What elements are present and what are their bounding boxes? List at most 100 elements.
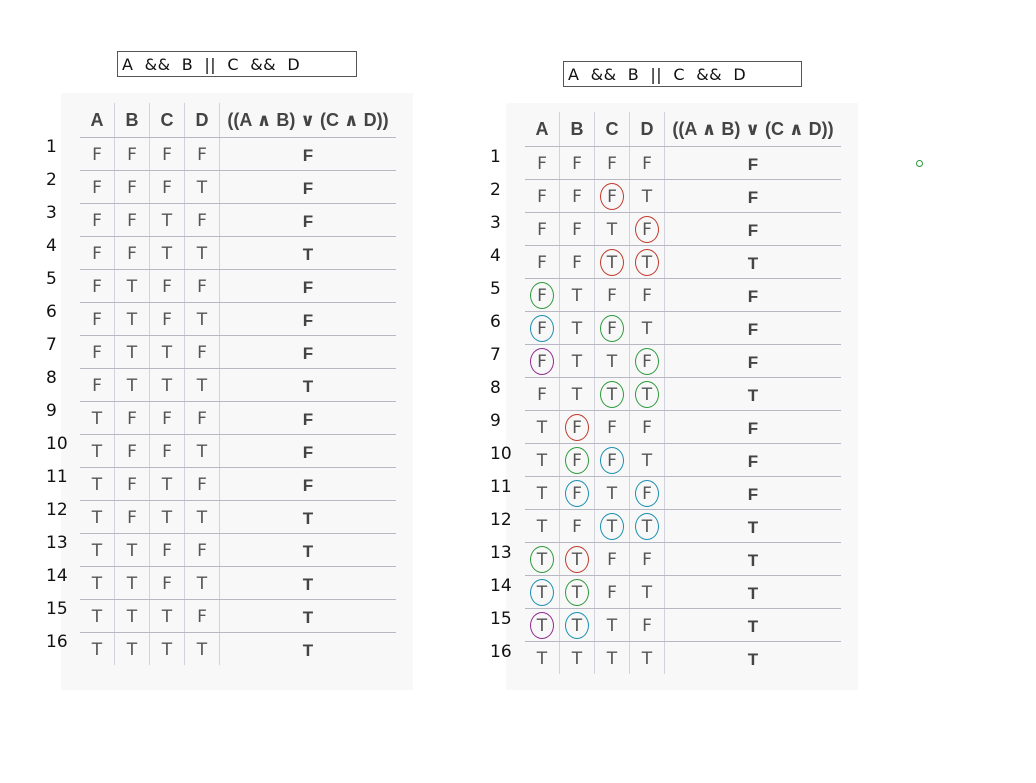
table-cell: T: [80, 467, 115, 501]
cell-value: F: [642, 417, 652, 438]
cell-value: F: [197, 474, 207, 495]
cell-value: T: [91, 441, 103, 462]
table-cell: T: [559, 575, 595, 609]
table-cell: T: [525, 410, 560, 444]
table-cell: T: [559, 608, 595, 642]
cell-value: T: [536, 516, 548, 537]
cell-value: F: [572, 516, 582, 537]
table-cell: F: [149, 137, 185, 171]
table-cell: T: [629, 509, 665, 543]
table-cell: F: [114, 401, 150, 435]
cell-value: F: [607, 153, 617, 174]
cell-value: T: [747, 550, 759, 570]
cell-value: F: [302, 310, 314, 330]
expression-box-right[interactable]: A && B || C && D: [563, 61, 802, 87]
cell-value: T: [571, 285, 583, 306]
table-cell: T: [184, 434, 220, 468]
table-cell: F: [184, 533, 220, 567]
row-number: 10: [46, 434, 68, 454]
circled-cell-value: F: [565, 479, 589, 507]
column-header-c: C: [594, 112, 630, 147]
cell-value: F: [642, 153, 652, 174]
result-cell: F: [664, 212, 841, 246]
cell-value: F: [607, 417, 617, 438]
cell-value: F: [302, 475, 314, 495]
cell-value: F: [127, 144, 137, 165]
cell-value: T: [91, 474, 103, 495]
cell-value: T: [606, 351, 618, 372]
table-cell: T: [594, 608, 630, 642]
cell-value: F: [537, 153, 547, 174]
table-cell: F: [629, 476, 665, 510]
table-row: FTFFF: [80, 269, 396, 303]
cell-value: F: [302, 409, 314, 429]
cell-value: F: [747, 451, 759, 471]
result-cell: T: [219, 566, 396, 600]
row-number: 4: [490, 246, 501, 266]
table-cell: F: [629, 344, 665, 378]
row-number: 15: [46, 599, 68, 619]
table-row: TTFTT: [80, 566, 396, 600]
circled-cell-value: F: [565, 413, 589, 441]
table-cell: T: [594, 212, 630, 246]
cell-value: T: [747, 616, 759, 636]
table-row: TTTFT: [80, 599, 396, 633]
result-cell: T: [219, 533, 396, 567]
row-number: 2: [46, 170, 57, 190]
table-cell: F: [184, 137, 220, 171]
cell-value: F: [537, 252, 547, 273]
cell-value: F: [127, 243, 137, 264]
result-cell: T: [219, 368, 396, 402]
cell-value: F: [747, 286, 759, 306]
circled-cell-value: F: [530, 281, 554, 309]
result-cell: T: [664, 245, 841, 279]
row-number: 16: [490, 642, 512, 662]
circled-cell-value: F: [600, 182, 624, 210]
cell-value: F: [162, 276, 172, 297]
table-cell: T: [114, 368, 150, 402]
table-row: TTTTT: [525, 641, 841, 674]
row-number: 2: [490, 180, 501, 200]
table-cell: T: [629, 245, 665, 279]
cell-value: T: [161, 210, 173, 231]
table-row: FTTTT: [525, 377, 841, 411]
table-cell: T: [149, 236, 185, 270]
cell-value: F: [537, 384, 547, 405]
cell-value: F: [127, 177, 137, 198]
table-cell: T: [80, 500, 115, 534]
table-cell: T: [184, 236, 220, 270]
cell-value: F: [92, 243, 102, 264]
cell-value: T: [571, 351, 583, 372]
cell-value: F: [197, 540, 207, 561]
table-cell: F: [114, 236, 150, 270]
circled-cell-value: T: [565, 578, 589, 606]
table-cell: T: [80, 566, 115, 600]
table-cell: F: [629, 410, 665, 444]
cell-value: T: [196, 243, 208, 264]
column-header-b: B: [559, 112, 595, 147]
result-cell: T: [220, 633, 397, 666]
cell-value: F: [747, 352, 759, 372]
cell-value: F: [572, 252, 582, 273]
cell-value: T: [196, 441, 208, 462]
cell-value: F: [127, 474, 137, 495]
cell-value: T: [126, 309, 138, 330]
cell-value: F: [127, 441, 137, 462]
column-header-c: C: [149, 103, 185, 138]
table-row: FTFTF: [80, 302, 396, 336]
row-number: 14: [490, 576, 512, 596]
table-cell: T: [629, 179, 665, 213]
cell-value: T: [161, 474, 173, 495]
table-cell: T: [629, 377, 665, 411]
cell-value: F: [642, 285, 652, 306]
table-row: FFTFF: [525, 212, 841, 246]
table-cell: T: [149, 599, 185, 633]
table-cell: T: [80, 401, 115, 435]
circled-cell-value: T: [635, 248, 659, 276]
table-cell: T: [114, 269, 150, 303]
expression-box-left[interactable]: A && B || C && D: [117, 51, 357, 77]
cell-value: F: [607, 285, 617, 306]
result-cell: T: [664, 509, 841, 543]
row-number: 14: [46, 566, 68, 586]
table-cell: T: [594, 344, 630, 378]
